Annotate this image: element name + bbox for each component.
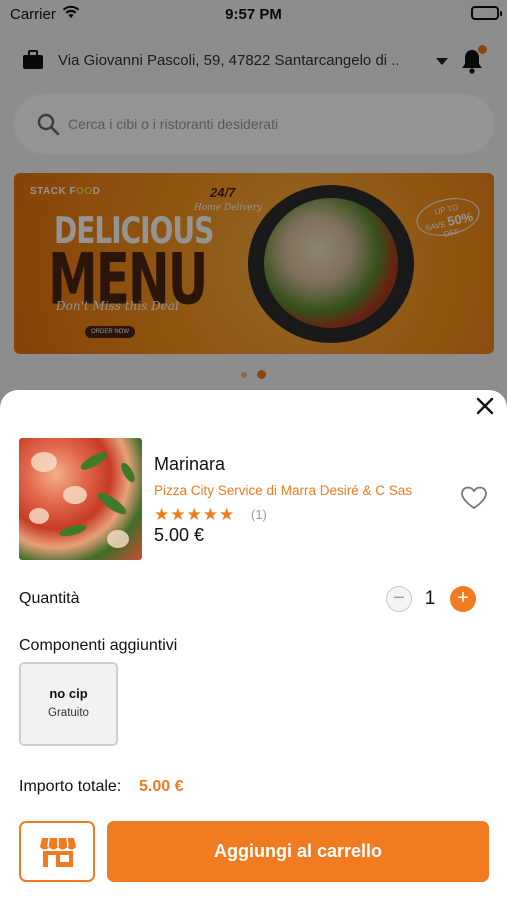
addon-name: no cip [49, 686, 88, 701]
heart-icon[interactable] [460, 485, 488, 516]
total-label: Importo totale: [19, 778, 122, 795]
close-icon[interactable] [473, 394, 497, 418]
quantity-increase-button[interactable]: + [450, 586, 476, 612]
quantity-value: 1 [424, 588, 436, 609]
store-button[interactable] [19, 821, 95, 882]
rating-stars: ★★★★★ [154, 505, 236, 524]
product-name: Marinara [154, 454, 226, 474]
total-value: 5.00 € [139, 778, 184, 795]
addon-option[interactable]: no cip Gratuito [19, 662, 118, 746]
quantity-label: Quantità [19, 590, 80, 607]
product-bottom-sheet: Marinara Pizza City Service di Marra Des… [0, 390, 507, 900]
rating-count: (1) [251, 507, 267, 522]
restaurant-link[interactable]: Pizza City Service di Marra Desiré & C S… [154, 483, 412, 498]
store-icon [40, 837, 76, 867]
add-to-cart-button[interactable]: Aggiungi al carrello [107, 821, 489, 882]
addons-heading: Componenti aggiuntivi [19, 637, 178, 654]
quantity-decrease-button[interactable]: − [386, 586, 412, 612]
product-price: 5.00 € [154, 525, 205, 545]
addon-price: Gratuito [48, 707, 89, 719]
product-image [19, 438, 142, 560]
